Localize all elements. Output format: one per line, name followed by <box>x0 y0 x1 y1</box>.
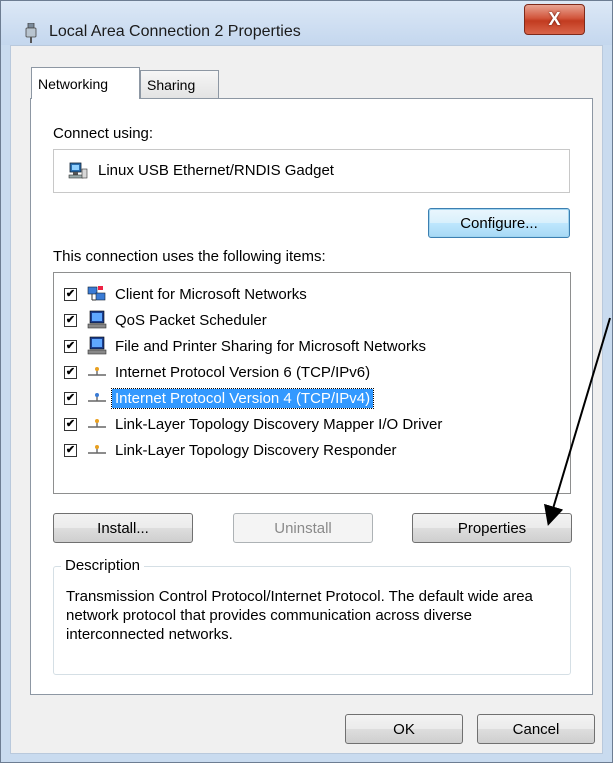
list-item[interactable]: ✔ Client for Microsoft Networks <box>64 282 310 306</box>
list-item[interactable]: ✔ QoS Packet Scheduler <box>64 308 270 332</box>
item-checkbox[interactable]: ✔ <box>64 287 77 301</box>
protocol-icon <box>86 414 108 434</box>
description-text: Transmission Control Protocol/Internet P… <box>66 588 533 643</box>
item-label: Link-Layer Topology Discovery Responder <box>115 441 397 459</box>
item-checkbox[interactable]: ✔ <box>64 339 77 353</box>
service-icon <box>86 336 108 356</box>
protocol-icon <box>86 388 108 408</box>
tab-networking[interactable]: Networking <box>31 67 140 99</box>
install-button-label: Install... <box>97 519 149 537</box>
item-label: Link-Layer Topology Discovery Mapper I/O… <box>115 415 443 433</box>
item-label: Internet Protocol Version 4 (TCP/IPv4) <box>110 387 375 409</box>
tab-sharing[interactable]: Sharing <box>140 70 219 98</box>
cancel-button[interactable]: Cancel <box>477 714 595 744</box>
list-item[interactable]: ✔ Link-Layer Topology Discovery Responde… <box>64 438 400 462</box>
item-checkbox[interactable]: ✔ <box>64 313 77 327</box>
tab-networking-label: Networking <box>38 76 109 92</box>
item-checkbox[interactable]: ✔ <box>64 417 77 431</box>
list-item[interactable]: ✔ Link-Layer Topology Discovery Mapper I… <box>64 412 445 436</box>
title-bar[interactable]: Local Area Connection 2 Properties X <box>1 1 612 45</box>
description-title: Description <box>61 557 145 574</box>
items-section-label: This connection uses the following items… <box>53 248 326 265</box>
uninstall-button-label: Uninstall <box>274 519 332 537</box>
list-item[interactable]: ✔ File and Printer Sharing for Microsoft… <box>64 334 429 358</box>
connect-using-label: Connect using: <box>53 125 154 142</box>
item-checkbox[interactable]: ✔ <box>64 391 77 405</box>
description-group: Description Transmission Control Protoco… <box>53 557 571 675</box>
list-item[interactable]: ✔ Internet Protocol Version 4 (TCP/IPv4) <box>64 386 375 410</box>
service-icon <box>86 310 108 330</box>
properties-button-label: Properties <box>457 519 527 537</box>
configure-button[interactable]: Configure... <box>428 208 570 238</box>
adapter-field: Linux USB Ethernet/RNDIS Gadget <box>53 149 570 193</box>
protocol-icon <box>86 440 108 460</box>
item-checkbox[interactable]: ✔ <box>64 443 77 457</box>
tab-sharing-label: Sharing <box>147 77 196 93</box>
configure-button-label: Configure... <box>460 214 538 232</box>
close-icon: X <box>548 9 561 29</box>
connection-items-list[interactable]: ✔ Client for Microsoft Networks ✔ QoS Pa… <box>53 272 571 494</box>
network-connection-icon <box>23 22 39 47</box>
item-label: File and Printer Sharing for Microsoft N… <box>115 337 426 355</box>
item-label: Client for Microsoft Networks <box>115 285 307 303</box>
ok-button[interactable]: OK <box>345 714 463 744</box>
cancel-button-label: Cancel <box>512 720 560 738</box>
install-button[interactable]: Install... <box>53 513 193 543</box>
ok-button-label: OK <box>393 720 415 738</box>
item-label: QoS Packet Scheduler <box>115 311 267 329</box>
network-adapter-icon <box>68 161 88 185</box>
properties-button[interactable]: Properties <box>412 513 572 543</box>
protocol-icon <box>86 362 108 382</box>
item-label: Internet Protocol Version 6 (TCP/IPv6) <box>115 363 371 381</box>
adapter-name: Linux USB Ethernet/RNDIS Gadget <box>98 162 334 179</box>
item-checkbox[interactable]: ✔ <box>64 365 77 379</box>
uninstall-button[interactable]: Uninstall <box>233 513 373 543</box>
window-title: Local Area Connection 2 Properties <box>49 23 301 40</box>
close-button[interactable]: X <box>524 4 585 35</box>
list-item[interactable]: ✔ Internet Protocol Version 6 (TCP/IPv6) <box>64 360 373 384</box>
network-client-icon <box>86 284 108 304</box>
